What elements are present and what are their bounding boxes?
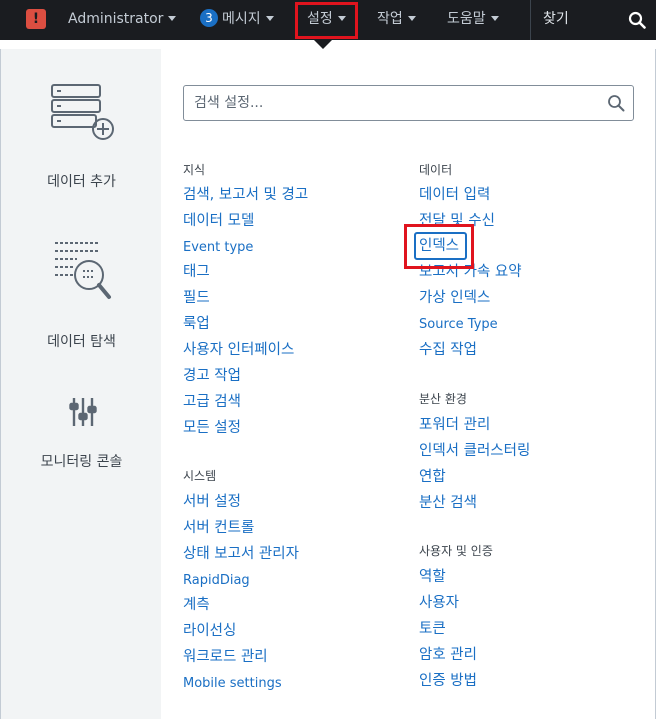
dropdown-pointer <box>314 40 332 49</box>
user-menu-label: Administrator <box>68 11 164 27</box>
chevron-down-icon <box>265 15 274 21</box>
link-roles[interactable]: 역할 <box>419 567 446 587</box>
find-search[interactable]: 찾기 <box>530 0 656 40</box>
section-title-system: 시스템 <box>183 469 217 483</box>
user-menu[interactable]: Administrator <box>68 0 177 40</box>
link-mobile-settings[interactable]: Mobile settings <box>183 674 282 694</box>
link-alert-actions[interactable]: 경고 작업 <box>183 366 241 386</box>
sidebar-item-label: 데이터 추가 <box>47 174 116 190</box>
chevron-down-icon <box>407 15 416 21</box>
top-navigation-bar: ! Administrator 3 메시지 설정 작업 도움말 찾기 <box>0 0 656 40</box>
link-ingest-actions[interactable]: 수집 작업 <box>419 340 477 360</box>
chevron-down-icon <box>490 15 499 21</box>
link-health-report-manager[interactable]: 상태 보고서 관리자 <box>183 544 299 564</box>
messages-count-badge: 3 <box>200 9 218 27</box>
link-data-models[interactable]: 데이터 모델 <box>183 211 254 231</box>
messages-menu-label: 메시지 <box>222 11 261 27</box>
link-all-configurations[interactable]: 모든 설정 <box>183 418 241 438</box>
link-advanced-search[interactable]: 고급 검색 <box>183 392 241 412</box>
alert-icon[interactable]: ! <box>26 9 46 29</box>
settings-sidebar: 데이터 추가 데이터 탐색 모니터링 콘솔 <box>0 49 161 719</box>
activity-menu-label: 작업 <box>377 11 403 27</box>
sidebar-item-explore-data[interactable]: 데이터 탐색 <box>1 331 162 351</box>
sidebar-item-label: 데이터 탐색 <box>47 334 116 350</box>
link-lookups[interactable]: 룩업 <box>183 314 210 334</box>
indexes-highlight-box <box>404 224 474 269</box>
help-menu[interactable]: 도움말 <box>447 0 499 40</box>
search-icon[interactable] <box>628 11 646 29</box>
section-title-data: 데이터 <box>419 163 453 177</box>
link-users[interactable]: 사용자 <box>419 593 459 613</box>
link-distributed-search[interactable]: 분산 검색 <box>419 493 477 513</box>
link-rapiddiag[interactable]: RapidDiag <box>183 571 250 591</box>
sidebar-item-label: 모니터링 콘솔 <box>40 454 123 470</box>
settings-search-input[interactable] <box>194 93 594 113</box>
link-indexer-clustering[interactable]: 인덱서 클러스터링 <box>419 441 530 461</box>
add-data-icon[interactable] <box>49 83 117 143</box>
link-source-types[interactable]: Source Type <box>419 315 498 335</box>
sidebar-item-monitoring-console[interactable]: 모니터링 콘솔 <box>1 451 162 471</box>
link-instrumentation[interactable]: 계측 <box>183 595 210 615</box>
link-virtual-indexes[interactable]: 가상 인덱스 <box>419 288 490 308</box>
section-title-distributed: 분산 환경 <box>419 392 467 406</box>
link-tokens[interactable]: 토큰 <box>419 619 446 639</box>
link-authentication-methods[interactable]: 인증 방법 <box>419 671 477 691</box>
activity-menu[interactable]: 작업 <box>377 0 416 40</box>
settings-highlight-box <box>295 2 358 39</box>
link-server-settings[interactable]: 서버 설정 <box>183 492 241 512</box>
link-event-types[interactable]: Event type <box>183 238 253 258</box>
find-label: 찾기 <box>543 11 569 27</box>
section-title-knowledge: 지식 <box>183 163 206 177</box>
section-title-users-auth: 사용자 및 인증 <box>419 544 493 558</box>
link-data-inputs[interactable]: 데이터 입력 <box>419 185 490 205</box>
link-federation[interactable]: 연합 <box>419 467 446 487</box>
link-searches-reports-alerts[interactable]: 검색, 보고서 및 경고 <box>183 185 308 205</box>
link-workload-management[interactable]: 워크로드 관리 <box>183 647 268 667</box>
explore-data-icon[interactable] <box>51 239 115 309</box>
link-tags[interactable]: 태그 <box>183 262 210 282</box>
link-forwarder-management[interactable]: 포워더 관리 <box>419 415 490 435</box>
link-fields[interactable]: 필드 <box>183 288 210 308</box>
chevron-down-icon <box>168 15 177 21</box>
monitoring-console-icon[interactable] <box>69 396 97 428</box>
settings-search-box[interactable] <box>183 85 634 121</box>
link-user-interface[interactable]: 사용자 인터페이스 <box>183 340 294 360</box>
link-licensing[interactable]: 라이선싱 <box>183 621 236 641</box>
messages-menu[interactable]: 3 메시지 <box>200 0 274 40</box>
link-server-controls[interactable]: 서버 컨트롤 <box>183 518 254 538</box>
link-password-management[interactable]: 암호 관리 <box>419 645 477 665</box>
settings-panel: 지식 검색, 보고서 및 경고 데이터 모델 Event type 태그 필드 … <box>161 49 656 719</box>
sidebar-item-add-data[interactable]: 데이터 추가 <box>1 171 162 191</box>
search-icon[interactable] <box>607 94 625 112</box>
help-menu-label: 도움말 <box>447 11 486 27</box>
